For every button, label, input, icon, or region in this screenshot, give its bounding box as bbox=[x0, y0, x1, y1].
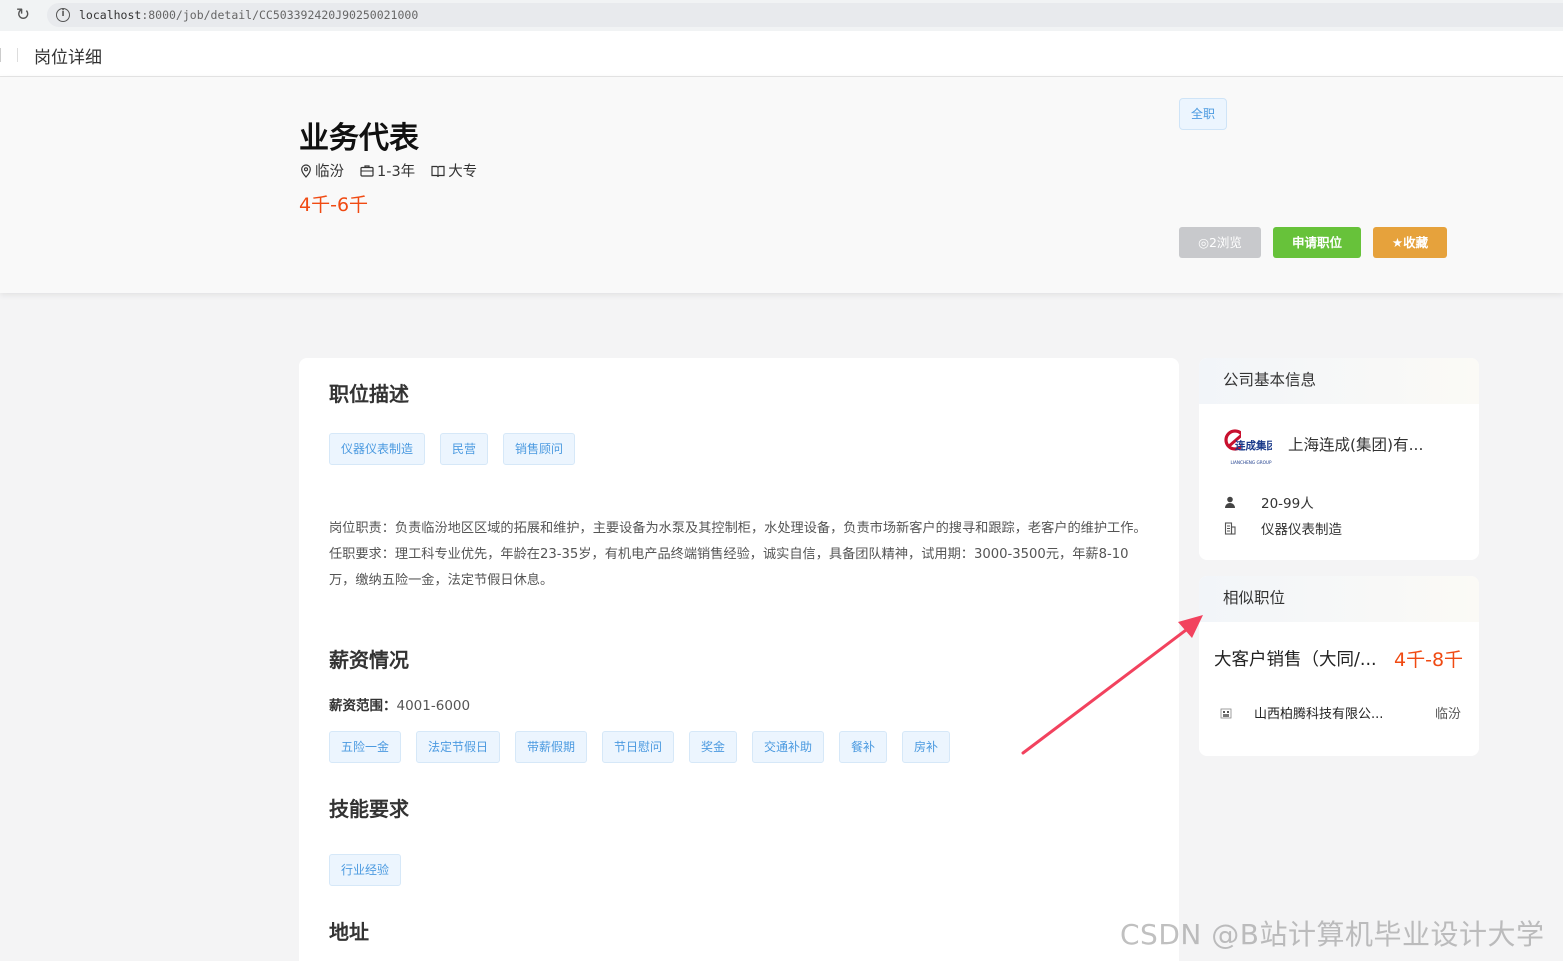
skills-heading: 技能要求 bbox=[329, 797, 409, 821]
url-host: localhost bbox=[79, 8, 142, 22]
briefcase-icon bbox=[360, 165, 374, 177]
similar-job-city: 临汾 bbox=[1435, 707, 1462, 722]
apply-button[interactable]: 申请职位 bbox=[1273, 227, 1361, 258]
browser-toolbar: ↻ i localhost:8000/job/detail/CC50339242… bbox=[0, 0, 1563, 31]
education-meta: 大专 bbox=[431, 160, 477, 181]
ownership-tag: 民营 bbox=[440, 433, 489, 465]
salary-range-label: 薪资范围： bbox=[329, 698, 397, 714]
similar-jobs-card: 相似职位 大客户销售（大同/... 4千-8千 山西柏腾科技有限公... 临汾 bbox=[1199, 576, 1479, 756]
job-experience: 1-3年 bbox=[377, 164, 416, 180]
experience-meta: 1-3年 bbox=[360, 160, 415, 181]
job-meta: 临汾 1-3年 大专 bbox=[300, 160, 493, 181]
benefit-tag: 餐补 bbox=[839, 731, 888, 763]
industry-tag: 仪器仪表制造 bbox=[329, 433, 426, 465]
favorite-button[interactable]: ★收藏 bbox=[1373, 227, 1447, 258]
benefit-tag: 节日慰问 bbox=[602, 731, 675, 763]
location-meta: 临汾 bbox=[300, 160, 344, 181]
benefit-tag: 带薪假期 bbox=[515, 731, 588, 763]
address-heading: 地址 bbox=[329, 920, 369, 944]
company-industry-row: 仪器仪表制造 bbox=[1223, 518, 1342, 538]
company-name[interactable]: 上海连成(集团)有... bbox=[1288, 433, 1423, 455]
company-size-row: 20-99人 bbox=[1223, 492, 1314, 512]
eye-icon: ◎ bbox=[1198, 235, 1209, 250]
company-logo-icon bbox=[1220, 708, 1232, 718]
watermark: CSDN @B站计算机毕业设计大学 bbox=[1120, 918, 1545, 951]
similar-job-salary: 4千-8千 bbox=[1394, 649, 1464, 671]
similar-job-company-row: 山西柏腾科技有限公... bbox=[1219, 703, 1383, 722]
salary-range: 薪资范围：4001-6000 bbox=[329, 694, 470, 714]
salary-heading: 薪资情况 bbox=[329, 648, 409, 672]
job-salary: 4千-6千 bbox=[299, 194, 369, 216]
similar-job-company: 山西柏腾科技有限公... bbox=[1254, 707, 1384, 722]
user-icon bbox=[1223, 495, 1237, 509]
favorite-label: 收藏 bbox=[1403, 235, 1429, 250]
description-heading: 职位描述 bbox=[329, 382, 409, 406]
similar-jobs-heading: 相似职位 bbox=[1199, 576, 1479, 622]
annotation-arrow bbox=[1021, 615, 1203, 755]
benefit-tag: 五险一金 bbox=[329, 731, 402, 763]
reload-icon[interactable]: ↻ bbox=[13, 5, 33, 25]
similar-job-title[interactable]: 大客户销售（大同/... bbox=[1214, 646, 1377, 671]
job-title: 业务代表 bbox=[299, 121, 419, 156]
header-divider bbox=[17, 48, 18, 62]
page-header: 岗位详细 bbox=[0, 31, 1563, 77]
location-pin-icon bbox=[301, 163, 311, 178]
building-icon bbox=[1223, 521, 1237, 535]
logo-text: 连成集团 bbox=[1235, 439, 1272, 452]
logo-subtext: LIANCHENG GROUP bbox=[1230, 460, 1272, 465]
company-size: 20-99人 bbox=[1261, 496, 1314, 512]
salary-range-value: 4001-6000 bbox=[396, 698, 471, 714]
benefit-tag: 法定节假日 bbox=[416, 731, 501, 763]
category-tag: 销售顾问 bbox=[503, 433, 576, 465]
job-type-tag: 全职 bbox=[1179, 98, 1227, 130]
header-divider bbox=[0, 48, 1, 62]
job-summary: 业务代表 临汾 1-3年 大专 4千-6千 全职 ◎2浏览 申请职位 ★收藏 bbox=[0, 77, 1563, 293]
company-industry: 仪器仪表制造 bbox=[1261, 522, 1342, 538]
job-location: 临汾 bbox=[315, 164, 344, 180]
url-text: localhost:8000/job/detail/CC503392420J90… bbox=[79, 8, 418, 22]
address-bar[interactable]: i localhost:8000/job/detail/CC503392420J… bbox=[47, 3, 1563, 27]
star-icon: ★ bbox=[1391, 235, 1404, 250]
job-education: 大专 bbox=[448, 164, 478, 180]
company-logo[interactable]: 连成集团 LIANCHENG GROUP bbox=[1224, 419, 1272, 467]
url-path: :8000/job/detail/CC503392420J90250021000 bbox=[141, 8, 419, 22]
company-info-heading: 公司基本信息 bbox=[1199, 358, 1479, 404]
job-description: 岗位职责：负责临汾地区区域的拓展和维护，主要设备为水泵及其控制柜，水处理设备，负… bbox=[329, 521, 1147, 588]
views-label: 2浏览 bbox=[1208, 235, 1242, 250]
benefit-tag: 奖金 bbox=[689, 731, 738, 763]
page-title: 岗位详细 bbox=[34, 48, 102, 68]
views-button[interactable]: ◎2浏览 bbox=[1179, 227, 1261, 258]
book-icon bbox=[431, 165, 445, 177]
benefit-tag: 房补 bbox=[902, 731, 951, 763]
skill-tag: 行业经验 bbox=[329, 854, 402, 886]
info-icon[interactable]: i bbox=[56, 8, 70, 22]
benefit-tag: 交通补助 bbox=[752, 731, 825, 763]
company-info-card: 公司基本信息 连成集团 LIANCHENG GROUP 上海连成(集团)有...… bbox=[1199, 358, 1479, 560]
